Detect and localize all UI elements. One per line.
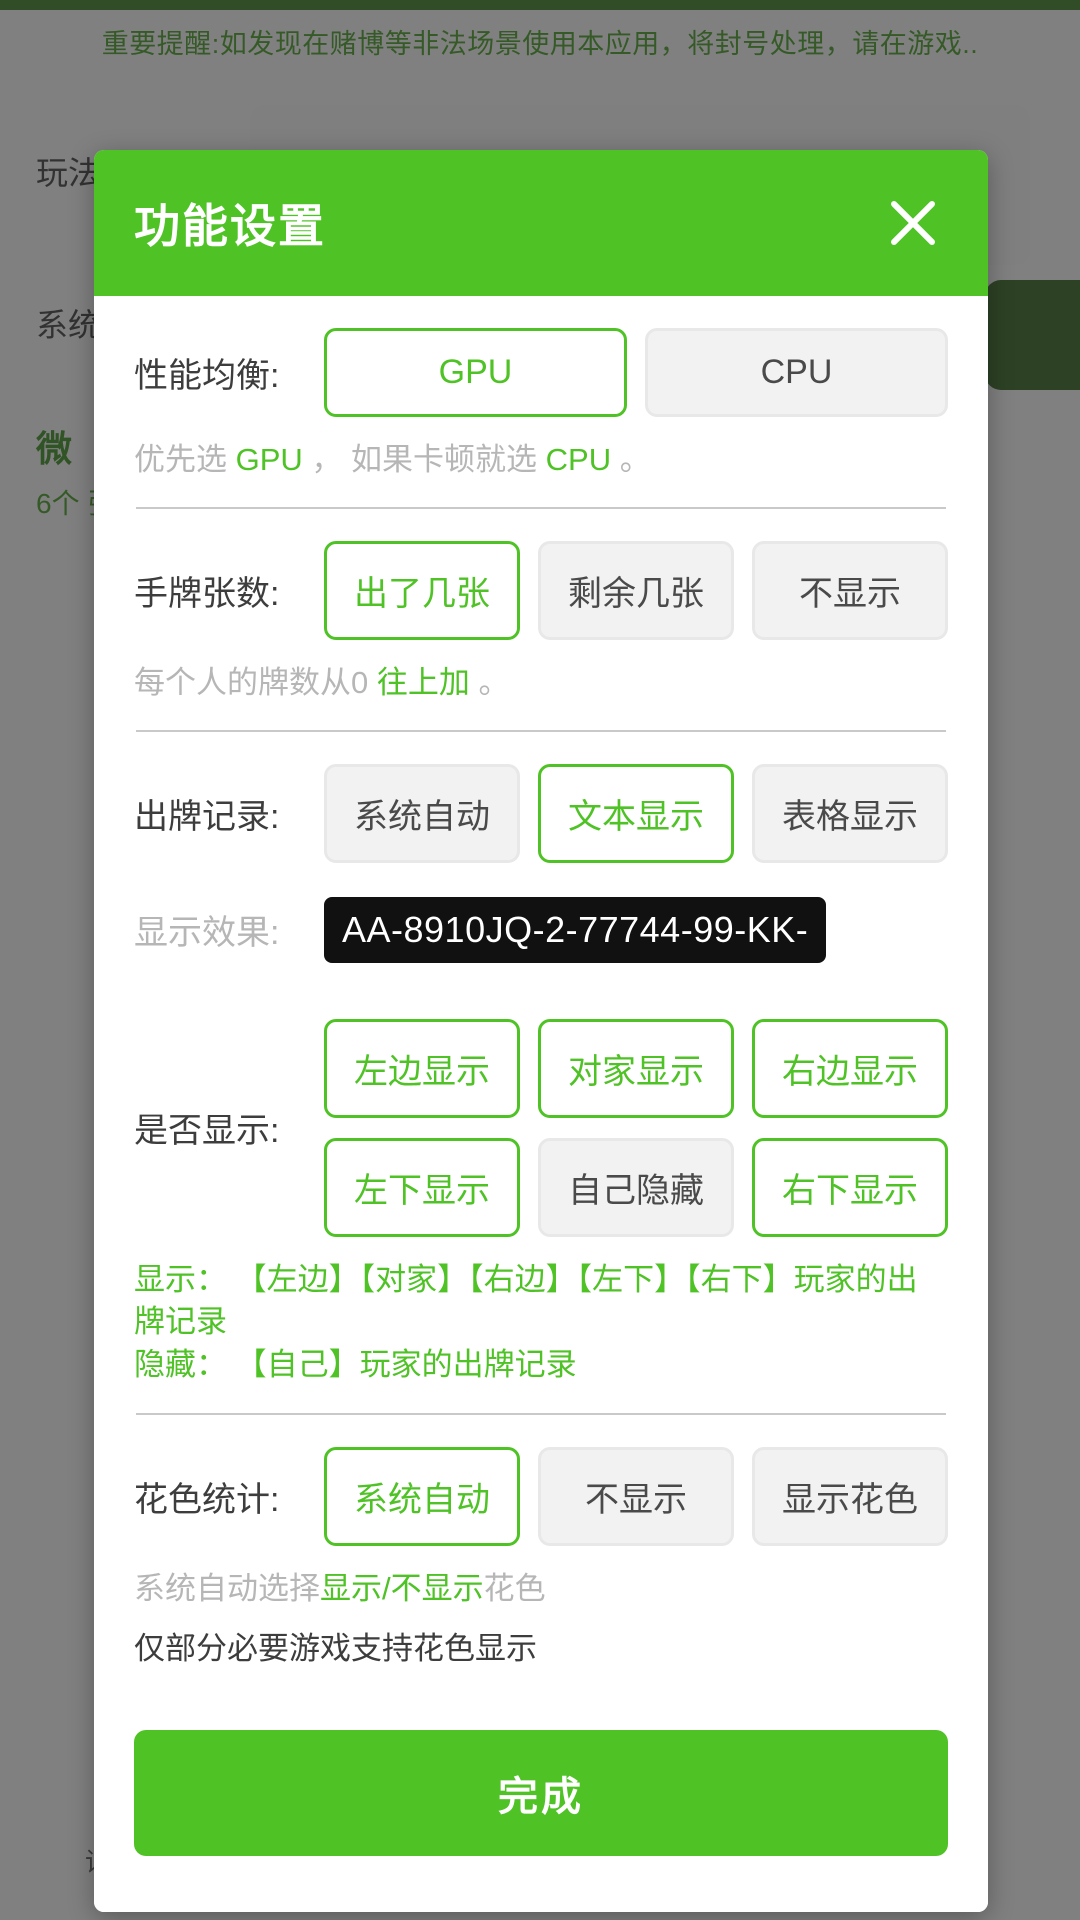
option-suit-hide[interactable]: 不显示 bbox=[538, 1447, 734, 1546]
dialog-title: 功能设置 bbox=[134, 190, 326, 256]
performance-hint-p0: 优先选 bbox=[134, 442, 236, 477]
performance-hint-p3: CPU bbox=[546, 442, 611, 477]
hand-count-hint: 每个人的牌数从0 往上加 。 bbox=[134, 662, 948, 704]
performance-options: GPU CPU bbox=[324, 328, 948, 417]
play-record-label: 出牌记录: bbox=[134, 789, 306, 838]
option-show-across[interactable]: 对家显示 bbox=[538, 1019, 734, 1118]
option-show-left[interactable]: 左边显示 bbox=[324, 1019, 520, 1118]
suit-stats-hint-p1: 显示/不显示 bbox=[320, 1571, 484, 1606]
section-suit-stats: 花色统计: 系统自动 不显示 显示花色 系统自动选择显示/不显示花色 仅部分必要… bbox=[134, 1415, 948, 1696]
suit-stats-label: 花色统计: bbox=[134, 1472, 306, 1521]
display-effect-row: 显示效果: AA-8910JQ-2-77744-99-KK- bbox=[134, 897, 948, 963]
dialog-header: 功能设置 bbox=[94, 150, 988, 296]
visibility-note-hide: 隐藏： 【自己】玩家的出牌记录 bbox=[134, 1344, 948, 1387]
option-hide-count[interactable]: 不显示 bbox=[752, 541, 948, 640]
visibility-options: 左边显示 对家显示 右边显示 左下显示 自己隐藏 右下显示 bbox=[324, 1019, 948, 1237]
hand-count-hint-p0: 每个人的牌数从0 bbox=[134, 665, 377, 700]
performance-hint-p1: GPU bbox=[236, 442, 303, 477]
visibility-row-bottom: 左下显示 自己隐藏 右下显示 bbox=[324, 1138, 948, 1237]
close-icon[interactable] bbox=[882, 192, 944, 254]
play-record-options: 系统自动 文本显示 表格显示 bbox=[324, 764, 948, 863]
option-played-count[interactable]: 出了几张 bbox=[324, 541, 520, 640]
section-performance: 性能均衡: GPU CPU 优先选 GPU ， 如果卡顿就选 CPU 。 bbox=[134, 296, 948, 507]
visibility-row-top: 左边显示 对家显示 右边显示 bbox=[324, 1019, 948, 1118]
done-button[interactable]: 完成 bbox=[134, 1730, 948, 1856]
play-record-row: 出牌记录: 系统自动 文本显示 表格显示 bbox=[134, 764, 948, 863]
hand-count-hint-p1: 往上加 bbox=[377, 665, 470, 700]
hand-count-options: 出了几张 剩余几张 不显示 bbox=[324, 541, 948, 640]
dialog-footer: 完成 bbox=[94, 1696, 988, 1912]
option-suit-show[interactable]: 显示花色 bbox=[752, 1447, 948, 1546]
suit-stats-hint-p0: 系统自动选择 bbox=[134, 1571, 320, 1606]
visibility-row: 是否显示: 左边显示 对家显示 右边显示 左下显示 自己隐藏 右下显示 bbox=[134, 1019, 948, 1237]
suit-stats-hint-p2: 花色 bbox=[484, 1571, 546, 1606]
option-hide-self[interactable]: 自己隐藏 bbox=[538, 1138, 734, 1237]
section-play-record: 出牌记录: 系统自动 文本显示 表格显示 显示效果: AA-8910JQ-2-7… bbox=[134, 732, 948, 989]
option-record-table[interactable]: 表格显示 bbox=[752, 764, 948, 863]
option-record-auto[interactable]: 系统自动 bbox=[324, 764, 520, 863]
visibility-label: 是否显示: bbox=[134, 1103, 306, 1152]
performance-label: 性能均衡: bbox=[134, 348, 306, 397]
suit-stats-hint: 系统自动选择显示/不显示花色 bbox=[134, 1568, 948, 1610]
visibility-note-show: 显示： 【左边】【对家】【右边】【左下】【右下】玩家的出牌记录 bbox=[134, 1259, 948, 1345]
option-cpu[interactable]: CPU bbox=[645, 328, 948, 417]
performance-hint: 优先选 GPU ， 如果卡顿就选 CPU 。 bbox=[134, 439, 948, 481]
option-remaining-count[interactable]: 剩余几张 bbox=[538, 541, 734, 640]
option-show-bottom-right[interactable]: 右下显示 bbox=[752, 1138, 948, 1237]
section-visibility: 是否显示: 左边显示 对家显示 右边显示 左下显示 自己隐藏 右下显示 显示： … bbox=[134, 989, 948, 1413]
suit-stats-options: 系统自动 不显示 显示花色 bbox=[324, 1447, 948, 1546]
option-suit-auto[interactable]: 系统自动 bbox=[324, 1447, 520, 1546]
performance-hint-p2: ， 如果卡顿就选 bbox=[303, 442, 546, 477]
display-effect-label: 显示效果: bbox=[134, 905, 306, 954]
option-show-right[interactable]: 右边显示 bbox=[752, 1019, 948, 1118]
performance-hint-p4: 。 bbox=[611, 442, 651, 477]
option-record-text[interactable]: 文本显示 bbox=[538, 764, 734, 863]
hand-count-label: 手牌张数: bbox=[134, 566, 306, 615]
section-hand-count: 手牌张数: 出了几张 剩余几张 不显示 每个人的牌数从0 往上加 。 bbox=[134, 509, 948, 730]
option-show-bottom-left[interactable]: 左下显示 bbox=[324, 1138, 520, 1237]
display-effect-preview: AA-8910JQ-2-77744-99-KK- bbox=[324, 897, 826, 963]
suit-stats-row: 花色统计: 系统自动 不显示 显示花色 bbox=[134, 1447, 948, 1546]
hand-count-hint-p2: 。 bbox=[470, 665, 510, 700]
performance-row: 性能均衡: GPU CPU bbox=[134, 328, 948, 417]
function-settings-dialog: 功能设置 性能均衡: GPU CPU 优先选 GPU ， 如果卡顿就选 CPU … bbox=[94, 150, 988, 1912]
dialog-body: 性能均衡: GPU CPU 优先选 GPU ， 如果卡顿就选 CPU 。 手牌张… bbox=[94, 296, 988, 1696]
suit-stats-hint-secondary: 仅部分必要游戏支持花色显示 bbox=[134, 1628, 948, 1670]
option-gpu[interactable]: GPU bbox=[324, 328, 627, 417]
hand-count-row: 手牌张数: 出了几张 剩余几张 不显示 bbox=[134, 541, 948, 640]
visibility-note: 显示： 【左边】【对家】【右边】【左下】【右下】玩家的出牌记录 隐藏： 【自己】… bbox=[134, 1259, 948, 1387]
